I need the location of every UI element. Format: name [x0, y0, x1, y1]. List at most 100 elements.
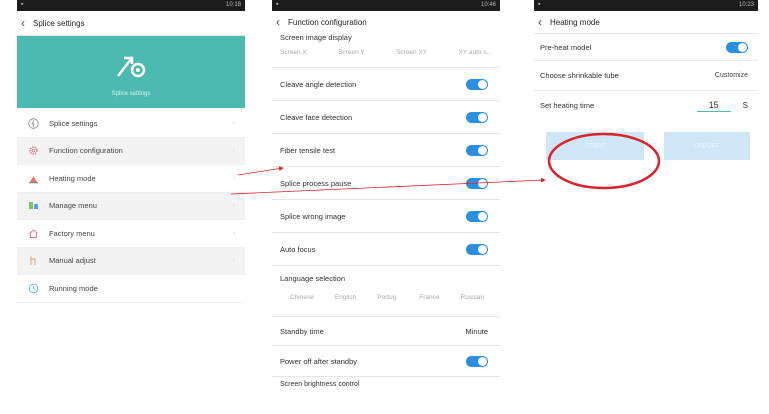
back-arrow-icon[interactable]: ‹ [272, 16, 288, 28]
menu-item-label: Factory menu [49, 228, 95, 238]
start-button[interactable]: START [546, 132, 644, 160]
chevron-right-icon: › [232, 229, 235, 237]
menu-item-label: Manual adjust [49, 256, 96, 266]
back-arrow-icon[interactable]: ‹ [534, 16, 550, 28]
menu-item-label: Heating mode [49, 173, 96, 183]
row-label: Screen brightness control [280, 381, 360, 388]
option-portug[interactable]: Portug. [377, 294, 398, 306]
toggle-switch[interactable] [466, 243, 488, 255]
page-title: Splice settings [33, 18, 85, 28]
status-bar: ▪ 10:18 [17, 0, 245, 11]
gear-icon [27, 145, 39, 157]
menu-item-splice-settings[interactable]: Splice settings › [17, 110, 245, 138]
row-pre-heat-model: Pre-heat model [534, 34, 758, 61]
menu-item-label: Function configuration [49, 146, 123, 156]
row-label: Choose shrinkable tube [540, 71, 619, 80]
option-france[interactable]: France [419, 294, 439, 306]
title-bar: ‹ Function configuration [272, 11, 500, 33]
language-options: Chinese English Portug. France Russian [272, 286, 500, 316]
menu-item-heating-mode[interactable]: Heating mode › [17, 165, 245, 193]
page-title: Function configuration [288, 17, 367, 27]
function-configuration-screen: ▪ 10:46 ‹ Function configuration Screen … [272, 0, 500, 414]
toggle-switch[interactable] [466, 177, 488, 189]
screen-image-display-label: Screen image display [280, 33, 352, 42]
chevron-right-icon: › [232, 119, 235, 127]
home-icon [27, 227, 39, 239]
toggle-switch[interactable] [726, 41, 748, 53]
menu-item-label: Splice settings [49, 118, 98, 128]
option-english[interactable]: English [335, 294, 356, 306]
option-xy-auto[interactable]: XY auto s... [458, 49, 491, 61]
row-label: Cleave angle detection [280, 79, 357, 89]
toggle-switch[interactable] [466, 111, 488, 123]
gear-wrench-icon [114, 50, 148, 85]
row-splice-wrong-image: Splice wrong image [272, 199, 500, 232]
settings-menu: Splice settings › Function configuration… [17, 110, 245, 303]
heating-time-control: 15 S [696, 100, 748, 112]
option-screen-x[interactable]: Screen X [280, 49, 307, 61]
adjust-icon [27, 255, 39, 267]
heating-time-unit: S [742, 101, 748, 110]
row-label: Cleave face detection [280, 112, 353, 122]
menu-item-running-mode[interactable]: Running mode [17, 275, 245, 303]
menu-item-manage-menu[interactable]: Manage menu › [17, 192, 245, 220]
title-bar: ‹ Splice settings [17, 11, 245, 36]
chevron-right-icon: › [232, 202, 235, 210]
status-bar: ▪ 10:23 [534, 0, 758, 11]
heating-time-input[interactable]: 15 [696, 100, 731, 112]
heating-mode-screen: ▪ 10:23 ‹ Heating mode Pre-heat model Ch… [534, 0, 758, 196]
heater-icon [27, 172, 39, 184]
app-icon: ▪ [538, 1, 541, 8]
running-icon [27, 282, 39, 294]
row-set-heating-time: Set heating time 15 S [534, 91, 758, 120]
banner-label: Splice settings [111, 91, 151, 97]
row-splice-process-pause: Splice process pause [272, 166, 500, 199]
screen-image-display-options: Screen X Screen Y Screen XY XY auto s... [272, 45, 500, 67]
chevron-right-icon: › [232, 147, 235, 155]
button-row: START ON/OFF [534, 120, 758, 160]
row-label: Splice wrong image [280, 211, 346, 221]
status-time: 10:46 [480, 2, 496, 8]
menu-item-manual-adjust[interactable]: Manual adjust › [17, 247, 245, 275]
option-chinese[interactable]: Chinese [290, 294, 314, 306]
row-standby-time[interactable]: Standby time Minute [272, 316, 500, 345]
row-screen-brightness-control[interactable]: Screen brightness control [272, 376, 500, 399]
option-screen-y[interactable]: Screen Y [338, 49, 365, 61]
page-title: Heating mode [550, 17, 600, 27]
row-power-off-after-standby: Power off after standby [272, 345, 500, 376]
toggle-switch[interactable] [466, 210, 488, 222]
toggle-switch[interactable] [466, 78, 488, 90]
row-label: Standby time [280, 326, 324, 336]
standby-time-value[interactable]: Minute [465, 327, 488, 336]
toggle-switch[interactable] [466, 144, 488, 156]
row-label: Set heating time [540, 101, 595, 110]
status-bar: ▪ 10:46 [272, 0, 500, 11]
row-fiber-tensile-test: Fiber tensile test [272, 133, 500, 166]
lightning-icon [27, 117, 39, 129]
row-label: Fiber tensile test [280, 145, 336, 155]
status-time: 10:18 [225, 2, 241, 8]
manage-icon [27, 200, 39, 212]
row-auto-focus: Auto focus [272, 232, 500, 265]
app-icon: ▪ [21, 1, 24, 8]
chevron-right-icon: › [232, 257, 235, 265]
language-selection-label: Language selection [272, 265, 500, 286]
menu-item-function-configuration[interactable]: Function configuration › [17, 137, 245, 165]
on-off-button[interactable]: ON/OFF [664, 132, 750, 160]
option-screen-xy[interactable]: Screen XY [396, 49, 427, 61]
splice-settings-banner[interactable]: Splice settings [17, 36, 245, 108]
menu-item-factory-menu[interactable]: Factory menu › [17, 220, 245, 248]
menu-item-label: Manage menu [49, 201, 97, 211]
title-bar: ‹ Heating mode [534, 11, 758, 34]
option-russian[interactable]: Russian [461, 294, 484, 306]
row-cleave-angle-detection: Cleave angle detection [272, 67, 500, 100]
toggle-switch[interactable] [466, 355, 488, 367]
row-label: Power off after standby [280, 356, 357, 366]
back-arrow-icon[interactable]: ‹ [17, 17, 33, 29]
chevron-right-icon: › [232, 174, 235, 182]
splice-settings-screen: ▪ 10:18 ‹ Splice settings Splice setting… [17, 0, 245, 318]
row-label: Auto focus [280, 244, 316, 254]
row-cleave-face-detection: Cleave face detection [272, 100, 500, 133]
tube-select-value[interactable]: Customize [715, 72, 748, 79]
row-label: Pre-heat model [540, 42, 592, 52]
